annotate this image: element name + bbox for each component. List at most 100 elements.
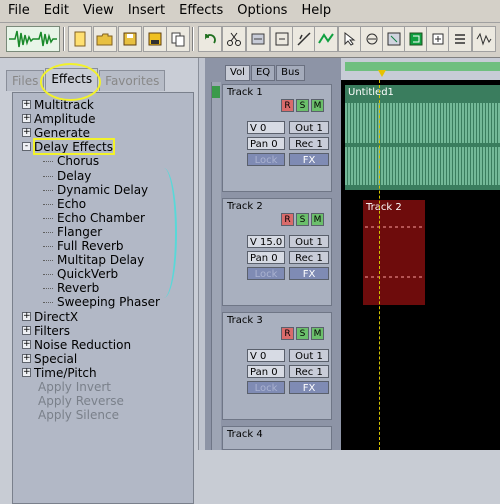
- tab-vol[interactable]: Vol: [225, 65, 250, 81]
- tab-eq[interactable]: EQ: [250, 65, 276, 81]
- tree-item[interactable]: Echo Chamber: [43, 211, 145, 225]
- expand-icon[interactable]: +: [22, 100, 31, 109]
- record-input-button[interactable]: Rec 1: [289, 251, 329, 264]
- undo-icon[interactable]: [198, 26, 222, 52]
- floppy-icon[interactable]: [143, 26, 167, 52]
- lock-button[interactable]: Lock: [247, 267, 285, 280]
- cut-icon[interactable]: [292, 26, 316, 52]
- mute-button[interactable]: M: [311, 327, 324, 340]
- menu-view[interactable]: View: [76, 0, 121, 22]
- tree-item[interactable]: Echo: [43, 197, 86, 211]
- loop-icon[interactable]: [270, 26, 294, 52]
- mute-button[interactable]: M: [311, 99, 324, 112]
- panel-divider[interactable]: [198, 58, 205, 450]
- menu-insert[interactable]: Insert: [121, 0, 172, 22]
- save-icon[interactable]: [118, 26, 142, 52]
- expand-icon[interactable]: +: [22, 114, 31, 124]
- solo-button[interactable]: S: [296, 327, 309, 340]
- pan-field[interactable]: Pan 0: [247, 137, 285, 150]
- menu-options[interactable]: Options: [230, 0, 294, 22]
- tree-item[interactable]: Multitap Delay: [43, 253, 144, 267]
- expand-icon[interactable]: +: [22, 339, 31, 349]
- playhead-marker-icon[interactable]: [378, 70, 386, 77]
- tree-item[interactable]: + Time/Pitch: [22, 366, 97, 380]
- tree-item[interactable]: Sweeping Phaser: [43, 295, 160, 309]
- tree-item[interactable]: Dynamic Delay: [43, 183, 148, 197]
- tree-item[interactable]: + Amplitude: [22, 112, 96, 126]
- tab-favorites[interactable]: Favorites: [99, 70, 166, 91]
- tree-item[interactable]: Full Reverb: [43, 239, 124, 253]
- new-file-icon[interactable]: [68, 26, 92, 52]
- tree-item[interactable]: Flanger: [43, 225, 102, 239]
- pan-field[interactable]: Pan 0: [247, 365, 285, 378]
- solo-button[interactable]: S: [296, 213, 309, 226]
- menu-edit[interactable]: Edit: [37, 0, 76, 22]
- open-file-icon[interactable]: [93, 26, 117, 52]
- copy-icon[interactable]: [166, 26, 190, 52]
- tree-item[interactable]: Reverb: [43, 281, 99, 295]
- tree-connector-line: [43, 274, 53, 276]
- record-arm-button[interactable]: R: [281, 327, 294, 340]
- menu-effects[interactable]: Effects: [172, 0, 230, 22]
- tree-item[interactable]: + Special: [22, 352, 77, 366]
- expand-icon[interactable]: +: [22, 353, 31, 363]
- expand-icon[interactable]: +: [22, 128, 31, 138]
- fx-button[interactable]: FX: [289, 267, 329, 280]
- volume-field[interactable]: V 0: [247, 349, 285, 362]
- scissors-icon[interactable]: [222, 26, 246, 52]
- tree-item[interactable]: + Multitrack: [22, 98, 94, 112]
- zoom-icon[interactable]: [382, 26, 406, 52]
- collapse-icon[interactable]: -: [22, 142, 31, 152]
- track-icon[interactable]: [426, 26, 450, 52]
- solo-button[interactable]: S: [296, 99, 309, 112]
- track-control-block: Track 1 RSM V 0 Out 1 Pan 0 Rec 1 Lock FX: [222, 84, 332, 192]
- tree-item[interactable]: + Noise Reduction: [22, 338, 131, 352]
- snap-icon[interactable]: [404, 26, 428, 52]
- lock-button[interactable]: Lock: [247, 153, 285, 166]
- record-input-button[interactable]: Rec 1: [289, 137, 329, 150]
- waveform-view[interactable]: Untitled1 Track 2: [341, 58, 500, 450]
- tree-item[interactable]: QuickVerb: [43, 267, 118, 281]
- lock-button[interactable]: Lock: [247, 381, 285, 394]
- clip-track2[interactable]: Track 2: [363, 200, 425, 305]
- tab-files[interactable]: Files: [6, 70, 45, 91]
- record-arm-button[interactable]: R: [281, 213, 294, 226]
- volume-field[interactable]: V 15.0: [247, 235, 285, 248]
- expand-icon[interactable]: +: [22, 367, 31, 377]
- tree-item-label: Filters: [34, 323, 70, 338]
- output-button[interactable]: Out 1: [289, 121, 329, 134]
- cursor-icon[interactable]: [338, 26, 362, 52]
- timeline-bar[interactable]: [345, 62, 500, 71]
- fx-button[interactable]: FX: [289, 153, 329, 166]
- tab-bus[interactable]: Bus: [276, 65, 305, 81]
- fx-button[interactable]: FX: [289, 381, 329, 394]
- tree-connector-line: [43, 203, 53, 205]
- output-button[interactable]: Out 1: [289, 349, 329, 362]
- timeline-ruler[interactable]: [341, 58, 500, 80]
- tree-item[interactable]: Chorus: [43, 154, 99, 168]
- track-panel-tabs: Vol EQ Bus: [225, 65, 306, 81]
- scroll-thumb[interactable]: [212, 86, 220, 98]
- tree-item[interactable]: Delay: [43, 169, 91, 183]
- clip-untitled1[interactable]: Untitled1: [345, 85, 500, 190]
- wave-icon[interactable]: [472, 26, 496, 52]
- output-button[interactable]: Out 1: [289, 235, 329, 248]
- track-scrollbar[interactable]: [211, 82, 221, 450]
- expand-icon[interactable]: +: [22, 311, 31, 321]
- menu-file[interactable]: File: [0, 0, 37, 22]
- volume-field[interactable]: V 0: [247, 121, 285, 134]
- hand-icon[interactable]: [360, 26, 384, 52]
- tree-item[interactable]: + Filters: [22, 324, 70, 338]
- record-input-button[interactable]: Rec 1: [289, 365, 329, 378]
- menu-help[interactable]: Help: [294, 0, 338, 22]
- tree-item-label: Apply Silence: [38, 408, 119, 423]
- envelope-icon[interactable]: [314, 26, 338, 52]
- settings-icon[interactable]: [448, 26, 472, 52]
- mixdown-icon[interactable]: [246, 26, 270, 52]
- record-arm-button[interactable]: R: [281, 99, 294, 112]
- mute-button[interactable]: M: [311, 213, 324, 226]
- waveform-view-icon[interactable]: [6, 26, 60, 52]
- pan-field[interactable]: Pan 0: [247, 251, 285, 264]
- tree-item[interactable]: + DirectX: [22, 310, 78, 324]
- expand-icon[interactable]: +: [22, 325, 31, 335]
